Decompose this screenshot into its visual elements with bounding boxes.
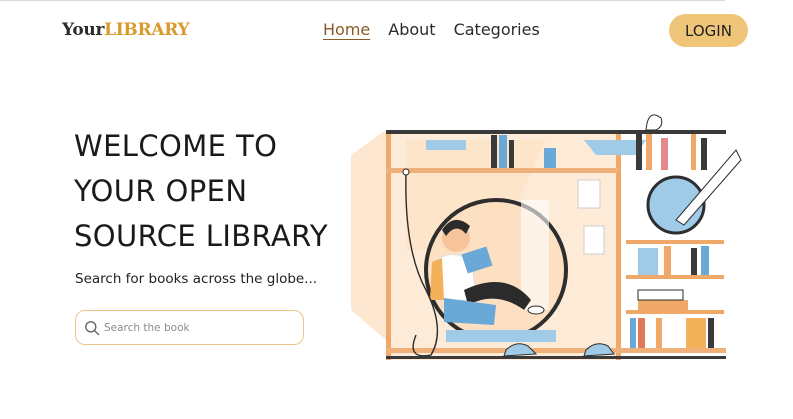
search-input[interactable] xyxy=(104,318,294,338)
login-button[interactable]: LOGIN xyxy=(669,14,748,47)
search-box[interactable] xyxy=(75,310,304,345)
hero-title-line: SOURCE LIBRARY xyxy=(74,219,328,253)
nav-categories-link[interactable]: Categories xyxy=(454,20,540,39)
hero-title-line: YOUR OPEN xyxy=(74,174,248,208)
brand-logo-part1: Your xyxy=(62,20,105,40)
nav-about-link[interactable]: About xyxy=(388,20,435,39)
brand-logo[interactable]: YourLIBRARY xyxy=(62,20,190,40)
hero-title-line: WELCOME TO xyxy=(74,129,278,163)
search-icon xyxy=(85,321,100,336)
nav-home-link[interactable]: Home xyxy=(323,20,370,39)
top-divider xyxy=(0,0,725,1)
main-nav: Home About Categories xyxy=(323,20,540,39)
hero-title: WELCOME TO YOUR OPEN SOURCE LIBRARY xyxy=(74,124,364,259)
hero-subtitle: Search for books across the globe... xyxy=(75,271,318,287)
brand-logo-part2: LIBRARY xyxy=(104,20,190,40)
reading-person-bookshelf-illustration xyxy=(351,114,742,360)
